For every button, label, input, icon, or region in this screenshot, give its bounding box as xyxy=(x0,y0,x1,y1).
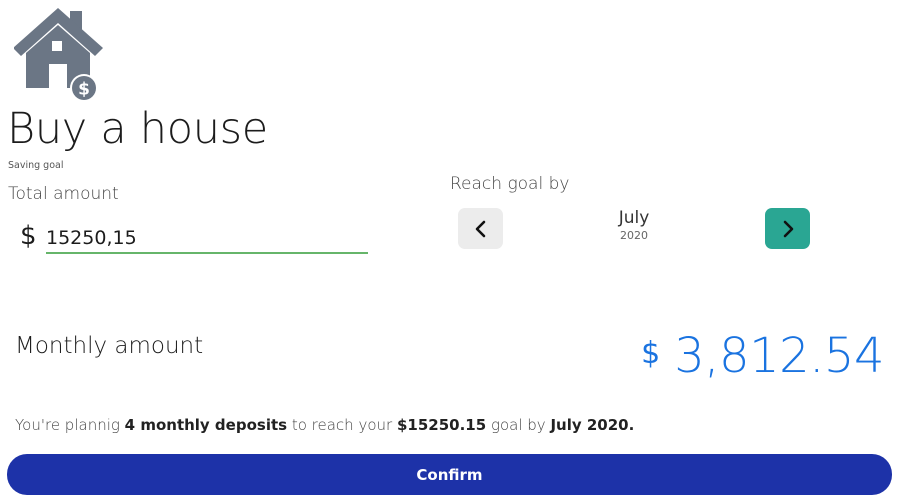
goal-subtitle: Saving goal xyxy=(8,160,64,171)
next-month-button[interactable] xyxy=(765,208,810,249)
goal-title: Buy a house xyxy=(7,104,268,154)
summary-date: July 2020. xyxy=(550,416,635,434)
summary-middle: to reach your xyxy=(291,416,393,434)
monthly-amount-label: Monthly amount xyxy=(15,333,204,359)
goal-month: July xyxy=(618,208,650,228)
monthly-amount-number: 3,812.54 xyxy=(674,328,884,384)
reach-goal-label: Reach goal by xyxy=(450,174,570,194)
total-amount-input[interactable] xyxy=(46,218,368,254)
monthly-currency-symbol: $ xyxy=(641,336,661,371)
summary-goal-by: goal by xyxy=(490,416,546,434)
house-dollar-icon: $ xyxy=(14,8,103,102)
goal-year: 2020 xyxy=(620,229,648,242)
total-amount-field: $ xyxy=(20,218,370,258)
saving-goal-page: $ Buy a house Saving goal Total amount $… xyxy=(0,0,900,500)
summary-deposits: 4 monthly deposits xyxy=(124,416,288,434)
currency-symbol: $ xyxy=(20,221,37,251)
summary-amount: $15250.15 xyxy=(396,416,487,434)
monthly-amount-value: $ 3,812.54 xyxy=(641,328,884,384)
summary-prefix: You're plannig xyxy=(15,416,120,434)
plan-summary: You're plannig 4 monthly deposits to rea… xyxy=(15,416,634,434)
previous-month-button[interactable] xyxy=(458,208,503,249)
chevron-right-icon xyxy=(783,220,793,237)
chevron-left-icon xyxy=(475,220,485,237)
total-amount-label: Total amount xyxy=(8,184,119,204)
svg-text:$: $ xyxy=(78,80,90,100)
confirm-button[interactable]: Confirm xyxy=(7,454,892,495)
